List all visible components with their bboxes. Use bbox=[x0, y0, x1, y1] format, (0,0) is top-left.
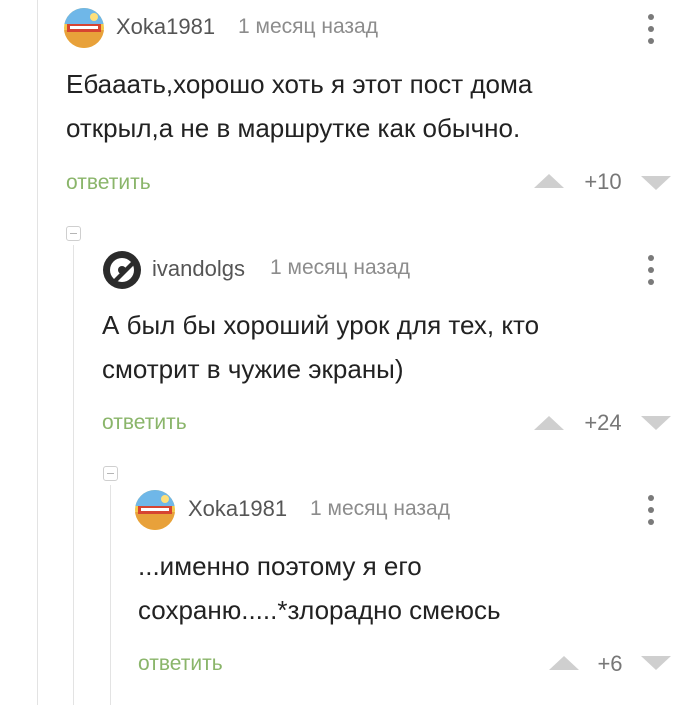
more-options-icon[interactable] bbox=[643, 495, 659, 525]
comment-rating: +10 bbox=[584, 169, 622, 194]
comment-text-line: А был бы хороший урок для тех, кто bbox=[102, 310, 540, 340]
comment-text: А был бы хороший урок для тех, кто смотр… bbox=[102, 303, 539, 391]
downvote-icon[interactable] bbox=[641, 656, 671, 670]
thread-line-level-2 bbox=[73, 245, 74, 705]
comment-text-line: открыл,а не в маршрутке как обычно. bbox=[66, 113, 521, 143]
more-options-icon[interactable] bbox=[643, 14, 659, 44]
collapse-thread-button[interactable] bbox=[66, 226, 81, 241]
comment-username[interactable]: Xoka1981 bbox=[188, 496, 287, 522]
avatar-travel-logo-icon[interactable] bbox=[135, 490, 175, 530]
downvote-icon[interactable] bbox=[641, 176, 671, 190]
comment-rating: +6 bbox=[597, 651, 623, 676]
comment-text-line: сохраню.....*злорадно смеюсь bbox=[138, 595, 501, 625]
thread-line-level-1 bbox=[37, 0, 38, 705]
comment-text-line: ...именно поэтому я его bbox=[138, 551, 422, 581]
upvote-icon[interactable] bbox=[549, 656, 579, 670]
comment-text-line: Ебааать,хорошо хоть я этот пост дома bbox=[66, 69, 533, 99]
collapse-thread-button[interactable] bbox=[103, 466, 118, 481]
reply-button[interactable]: ответить bbox=[66, 171, 151, 195]
comment-rating: +24 bbox=[584, 410, 622, 435]
comment-timestamp: 1 месяц назад bbox=[238, 15, 378, 38]
comment-text: Ебааать,хорошо хоть я этот пост дома отк… bbox=[66, 62, 532, 150]
more-options-icon[interactable] bbox=[643, 255, 659, 285]
avatar-monochrome-icon[interactable] bbox=[102, 250, 142, 290]
comment-username[interactable]: Xoka1981 bbox=[116, 14, 215, 40]
thread-line-level-3 bbox=[110, 485, 111, 705]
upvote-icon[interactable] bbox=[534, 174, 564, 188]
avatar-travel-logo-icon[interactable] bbox=[64, 8, 104, 48]
downvote-icon[interactable] bbox=[641, 416, 671, 430]
comment-timestamp: 1 месяц назад bbox=[310, 497, 450, 520]
comment-timestamp: 1 месяц назад bbox=[270, 256, 410, 279]
comment-text-line: смотрит в чужие экраны) bbox=[102, 354, 404, 384]
upvote-icon[interactable] bbox=[534, 416, 564, 430]
reply-button[interactable]: ответить bbox=[138, 652, 223, 676]
reply-button[interactable]: ответить bbox=[102, 411, 187, 435]
comment-username[interactable]: ivandolgs bbox=[152, 256, 245, 282]
comment-text: ...именно поэтому я его сохраню.....*зло… bbox=[138, 544, 501, 632]
